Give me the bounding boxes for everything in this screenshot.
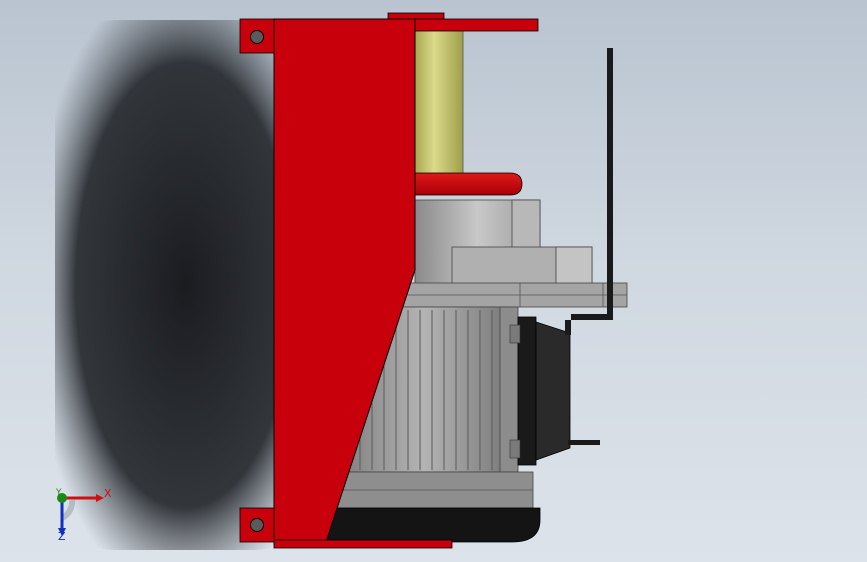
brake-lever[interactable] [568,440,600,445]
coordinate-triad: X Y Z [40,478,120,548]
red-roller[interactable] [414,172,523,196]
bottom-mount-hole [250,518,264,532]
brake-bolt-bottom [509,439,521,459]
axis-y-label: Y [56,488,62,498]
gearbox-side-end[interactable] [555,246,593,286]
axis-z-label: Z [58,530,66,543]
graphics-viewport[interactable]: X Y Z [0,0,867,562]
gearbox-cap[interactable] [511,199,541,249]
bottom-guard[interactable] [324,507,541,543]
brake-cover[interactable] [535,321,571,461]
top-bar[interactable] [414,18,539,32]
top-mount-hole [250,30,264,44]
brake-bolt-top [509,324,521,344]
vertical-rail[interactable] [607,48,613,248]
brake-housing[interactable] [517,316,537,466]
axis-x-label: X [104,487,112,500]
top-flange[interactable] [387,12,445,20]
hoist-model[interactable] [0,0,867,562]
bottom-frame-plate[interactable] [273,539,453,549]
drum-cylinder[interactable] [414,29,464,177]
x-axis-arrow [96,494,104,502]
